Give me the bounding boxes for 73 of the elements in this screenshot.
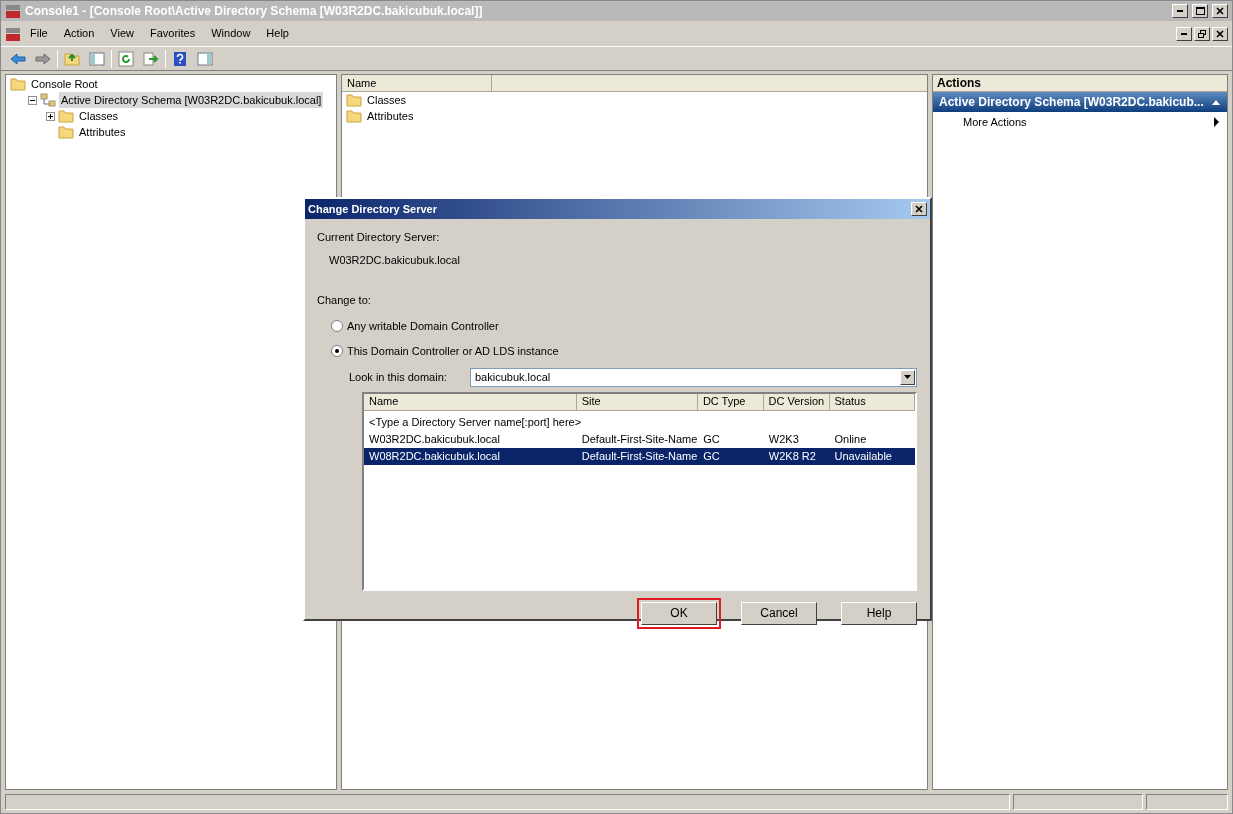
close-button[interactable] (1212, 26, 1228, 41)
radio-button[interactable] (331, 319, 343, 332)
schema-node-icon (40, 92, 56, 108)
server-name: W03R2DC.bakicubuk.local (329, 252, 461, 268)
column-header[interactable]: DC Version (763, 393, 830, 410)
console-app-icon (5, 3, 21, 19)
actions-section-header[interactable]: Active Directory Schema [W03R2DC.bakicub... (933, 92, 1227, 112)
menu-item[interactable]: Window (204, 23, 258, 44)
column-header[interactable]: Site (576, 393, 698, 410)
radio-label: Any writable Domain Controller (347, 318, 499, 334)
back-arrow-icon[interactable] (10, 50, 26, 67)
dialog-button[interactable]: Help (841, 601, 917, 625)
folder-icon (10, 76, 26, 92)
radio-label: This Domain Controller or AD LDS instance (347, 344, 559, 359)
list-item[interactable]: Attributes (365, 107, 416, 125)
maximize-icon (1195, 6, 1205, 16)
radio-option[interactable]: This Domain Controller or AD LDS instance (331, 343, 930, 360)
close-icon (914, 204, 924, 214)
minimize-icon (1177, 10, 1183, 12)
minimize-button[interactable] (1172, 4, 1188, 18)
tree-item[interactable]: Active Directory Schema [W03R2DC.bakicubuk.local] (59, 91, 324, 109)
window-title: Console1 - [Console Root\Active Directory Schema [W03R2DC.bakicubuk.local]] (25, 3, 484, 20)
dialog-button[interactable]: OK (641, 601, 717, 625)
folder-up-icon[interactable] (64, 50, 80, 67)
field-label: Look in this domain: (349, 369, 448, 385)
radio-button[interactable] (331, 345, 343, 358)
submenu-arrow-icon (1213, 117, 1219, 127)
forward-arrow-icon[interactable] (35, 50, 51, 67)
server-row[interactable]: W03R2DC.bakicubuk.local Default-First-Site-Name GC W2K3 Online (364, 430, 915, 448)
menu-item[interactable]: Favorites (142, 23, 203, 44)
server-row[interactable]: <Type a Directory Server name[:port] here> (364, 413, 915, 431)
menu-item[interactable]: Action (56, 23, 102, 44)
server-row[interactable]: W08R2DC.bakicubuk.local Default-First-Site-Name GC W2K8 R2 Unavailable (364, 447, 915, 465)
actions-header: Actions (933, 75, 1227, 92)
refresh-icon[interactable] (118, 50, 134, 67)
restore-button[interactable] (1194, 26, 1210, 41)
action-pane-toggle-icon[interactable] (197, 50, 213, 67)
dropdown-arrow-icon (903, 373, 912, 381)
field-label: Current Directory Server: (317, 230, 441, 245)
minimize-button[interactable] (1176, 26, 1192, 41)
tree-item[interactable]: Console Root (29, 75, 100, 93)
section-title: Active Directory Schema [W03R2DC.bakicub... (939, 94, 1204, 111)
menu-item[interactable]: File (23, 23, 55, 44)
domain-dropdown[interactable]: bakicubuk.local (470, 367, 917, 387)
folder-icon (346, 108, 362, 124)
folder-icon (58, 124, 74, 140)
tree-item[interactable]: Attributes (77, 123, 128, 141)
close-icon (1215, 28, 1225, 39)
help-icon[interactable] (172, 50, 188, 67)
column-header[interactable]: Status (829, 393, 915, 410)
list-item[interactable]: Classes (365, 91, 409, 109)
dialog-title: Change Directory Server (308, 201, 437, 217)
minimize-icon (1181, 32, 1187, 35)
collapse-icon (1211, 98, 1221, 106)
collapse-icon[interactable] (28, 95, 37, 105)
column-header[interactable]: Name (364, 393, 577, 410)
close-icon (1215, 6, 1225, 16)
close-button[interactable] (1212, 4, 1228, 18)
expand-icon[interactable] (46, 111, 55, 121)
maximize-button[interactable] (1192, 4, 1208, 18)
menu-item[interactable]: Help (259, 23, 296, 44)
export-list-icon[interactable] (143, 50, 159, 67)
radio-option[interactable]: Any writable Domain Controller (331, 317, 930, 334)
action-item[interactable]: More Actions (933, 112, 1227, 132)
restore-icon (1197, 28, 1207, 39)
column-header[interactable]: DC Type (697, 393, 764, 410)
tree-item[interactable]: Classes (77, 107, 121, 125)
menu-item[interactable]: View (103, 23, 141, 44)
pane-toggle-icon[interactable] (89, 50, 105, 67)
dialog-button[interactable]: Cancel (741, 601, 817, 625)
console-app-icon (5, 25, 21, 42)
section-label: Change to: (317, 293, 372, 308)
close-button[interactable] (911, 202, 927, 216)
